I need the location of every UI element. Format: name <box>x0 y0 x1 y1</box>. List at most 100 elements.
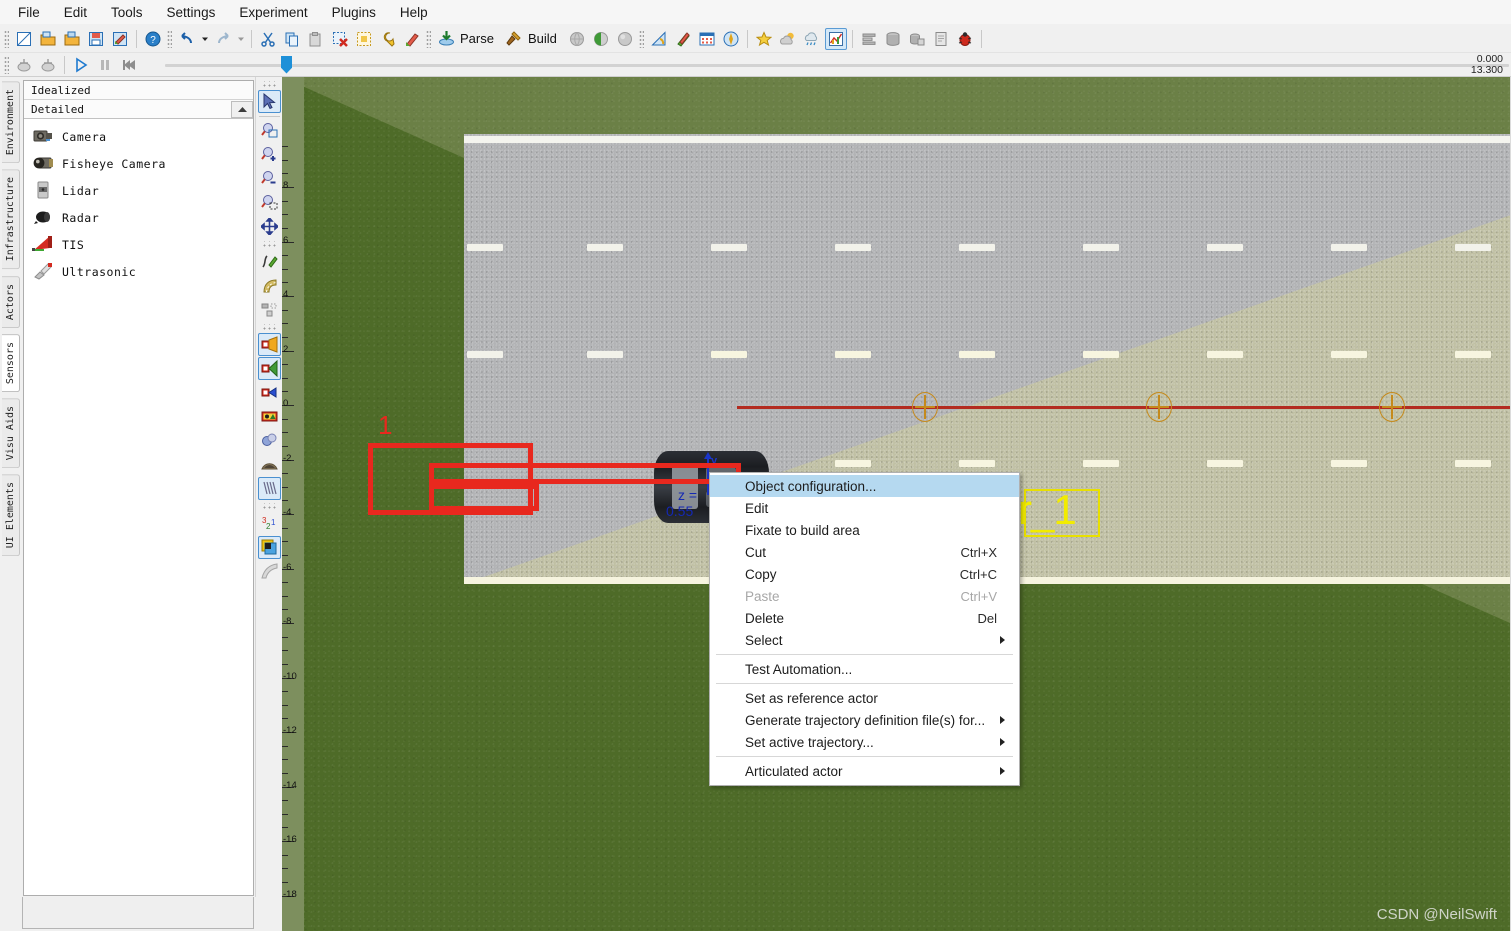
tool-group-grip[interactable] <box>262 241 276 248</box>
sensor-item-radar[interactable]: Radar <box>24 204 253 231</box>
open-folder-icon[interactable] <box>37 28 59 50</box>
rewind-icon[interactable] <box>118 54 140 76</box>
globe-gray-2-icon[interactable] <box>614 28 636 50</box>
sidebar-tab-actors[interactable]: Actors <box>2 275 20 328</box>
pan-move-icon[interactable] <box>258 215 281 238</box>
sidebar-tab-ui-elements[interactable]: UI Elements <box>2 474 20 557</box>
trajectory-waypoint[interactable] <box>1379 392 1405 422</box>
play-icon[interactable] <box>70 54 92 76</box>
rain-icon[interactable] <box>801 28 823 50</box>
menu-item-file[interactable]: File <box>6 2 52 23</box>
help-icon[interactable]: ? <box>142 28 164 50</box>
redo-dropdown-icon[interactable] <box>236 28 246 50</box>
road-segment-icon[interactable] <box>258 274 281 297</box>
paste-icon[interactable] <box>305 28 327 50</box>
sidebar-tab-infrastructure[interactable]: Infrastructure <box>2 169 20 270</box>
toolbar-grip-3[interactable] <box>426 29 431 48</box>
select-arrow-icon[interactable] <box>257 90 281 113</box>
save-icon[interactable] <box>85 28 107 50</box>
sensor-item-fisheye-camera[interactable]: Fisheye Camera <box>24 150 253 177</box>
measure-icon[interactable] <box>648 28 670 50</box>
menu-item-help[interactable]: Help <box>388 2 440 23</box>
context-menu-item-fixate-to-build-area[interactable]: Fixate to build area <box>710 519 1019 541</box>
rain-lines-icon[interactable] <box>257 477 281 500</box>
context-menu-item-set-active-trajectory[interactable]: Set active trajectory... <box>710 731 1019 753</box>
menu-item-plugins[interactable]: Plugins <box>320 2 388 23</box>
tool-group-grip[interactable] <box>262 503 276 510</box>
star-icon[interactable] <box>753 28 775 50</box>
context-menu-item-object-configuration[interactable]: Object configuration... <box>710 475 1019 497</box>
context-menu-item-select[interactable]: Select <box>710 629 1019 651</box>
compass-icon[interactable] <box>720 28 742 50</box>
open-folder-2-icon[interactable] <box>61 28 83 50</box>
context-menu-item-delete[interactable]: Delete Del <box>710 607 1019 629</box>
group-header-idealized[interactable]: Idealized <box>24 81 253 100</box>
parse-button-label[interactable]: Parse <box>460 31 494 46</box>
toolbar-grip-4[interactable] <box>638 29 644 48</box>
context-menu-item-set-as-reference-actor[interactable]: Set as reference actor <box>710 687 1019 709</box>
undo-dropdown-icon[interactable] <box>200 28 210 50</box>
zoom-region-icon[interactable] <box>258 119 281 142</box>
debug-bug-icon[interactable] <box>954 28 976 50</box>
pause-icon[interactable] <box>94 54 116 76</box>
sensor-item-lidar[interactable]: Lidar <box>24 177 253 204</box>
zoom-in-icon[interactable] <box>258 143 281 166</box>
traffic-sign-icon[interactable] <box>258 405 281 428</box>
new-document-icon[interactable] <box>13 28 35 50</box>
zoom-fit-icon[interactable] <box>258 191 281 214</box>
context-menu-item-edit[interactable]: Edit <box>710 497 1019 519</box>
toolbar-grip[interactable] <box>4 29 9 48</box>
context-menu-item-generate-trajectory-definition-file-s-for[interactable]: Generate trajectory definition file(s) f… <box>710 709 1019 731</box>
camera-orange-icon[interactable] <box>257 333 281 356</box>
chevron-up-icon[interactable] <box>231 100 253 118</box>
camera-blue-icon[interactable] <box>258 381 281 404</box>
camera-green-icon[interactable] <box>257 357 281 380</box>
tool-group-grip[interactable] <box>262 81 276 88</box>
menu-item-edit[interactable]: Edit <box>52 2 99 23</box>
draw-path-icon[interactable] <box>258 250 281 273</box>
context-menu-item-cut[interactable]: Cut Ctrl+X <box>710 541 1019 563</box>
layers-icon[interactable] <box>858 28 880 50</box>
grid-icon[interactable] <box>696 28 718 50</box>
menu-item-tools[interactable]: Tools <box>99 2 155 23</box>
trajectory-waypoint[interactable] <box>912 392 938 422</box>
sensor-item-ultrasonic[interactable]: Ultrasonic <box>24 258 253 285</box>
sensor-item-tis[interactable]: TIS <box>24 231 253 258</box>
copy-icon[interactable] <box>281 28 303 50</box>
redo-icon[interactable] <box>212 28 234 50</box>
time-slider-track[interactable] <box>165 63 1509 67</box>
context-menu-item-articulated-actor[interactable]: Articulated actor <box>710 760 1019 782</box>
record-start-icon[interactable] <box>13 54 35 76</box>
select-area-icon[interactable] <box>353 28 375 50</box>
cut-icon[interactable] <box>257 28 279 50</box>
sidebar-tab-environment[interactable]: Environment <box>2 81 20 164</box>
context-menu[interactable]: Object configuration... Edit Fixate to bui… <box>709 472 1020 786</box>
terrain-icon[interactable] <box>258 453 281 476</box>
tool-group-grip[interactable] <box>262 324 276 331</box>
time-slider-thumb[interactable] <box>281 55 292 74</box>
playback-grip[interactable] <box>4 55 9 74</box>
record-stop-icon[interactable] <box>37 54 59 76</box>
sensor-item-camera[interactable]: Camera <box>24 123 253 150</box>
zoom-out-icon[interactable] <box>258 167 281 190</box>
group-header-detailed[interactable]: Detailed <box>24 100 253 119</box>
report-icon[interactable] <box>930 28 952 50</box>
menu-item-experiment[interactable]: Experiment <box>227 2 319 23</box>
numbering-icon[interactable]: 321 <box>258 512 281 535</box>
edit-document-icon[interactable] <box>109 28 131 50</box>
curve-icon[interactable] <box>258 560 281 583</box>
context-menu-item-test-automation[interactable]: Test Automation... <box>710 658 1019 680</box>
build-button-label[interactable]: Build <box>528 31 557 46</box>
chart-icon[interactable] <box>824 27 847 50</box>
build-hammer-icon[interactable] <box>503 28 525 50</box>
annotate-icon[interactable] <box>672 28 694 50</box>
layer-color-icon[interactable] <box>257 536 281 559</box>
scene-canvas[interactable]: y z = 0.55 r_1 1 2 CSDN @NeilSwift 86420… <box>282 77 1511 931</box>
delete-selection-icon[interactable] <box>329 28 351 50</box>
menu-item-settings[interactable]: Settings <box>155 2 228 23</box>
sidebar-tab-sensors[interactable]: Sensors <box>2 333 20 392</box>
database-icon[interactable] <box>882 28 904 50</box>
toolbar-grip-2[interactable] <box>167 29 172 48</box>
undo-icon[interactable] <box>176 28 198 50</box>
cloud-sun-icon[interactable] <box>777 28 799 50</box>
